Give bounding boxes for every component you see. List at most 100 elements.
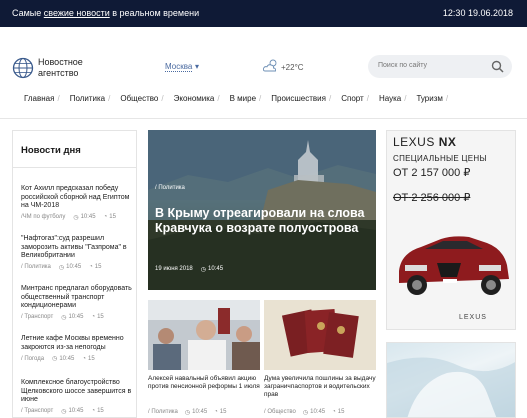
nav-item-economy[interactable]: Экономика	[174, 94, 215, 108]
lexus-ad-banner[interactable]: LEXUS NX СПЕЦИАЛЬНЫЕ ЦЕНЫ ОТ 2 157 000 ₽…	[386, 130, 516, 330]
news-count: 15	[87, 355, 95, 362]
news-rubric[interactable]: / Погода	[21, 356, 44, 362]
news-title[interactable]: Комплексное благоустройство Щелковского …	[21, 379, 133, 405]
secondary-ad-banner[interactable]	[386, 342, 516, 418]
card-time: 10:45	[310, 409, 326, 415]
ad-brand: LEXUS NX	[393, 135, 456, 149]
globe-icon	[12, 57, 34, 79]
list-item[interactable]: Минтранс предлагал оборудовать обществен…	[21, 285, 133, 321]
list-item[interactable]: Комплексное благоустройство Щелковского …	[21, 379, 133, 415]
crowd-photo	[148, 300, 260, 370]
news-card[interactable]: Алексей навальный объявил акцию против п…	[148, 300, 260, 418]
ad-old-price-prefix: ОТ	[393, 192, 409, 204]
news-time: 10:45	[66, 264, 82, 270]
hero-time: 10:45	[208, 266, 224, 272]
views-icon: ◔	[103, 214, 108, 220]
card-image[interactable]	[148, 300, 260, 370]
top-bar: Самые свежие новости в реальном времени …	[0, 0, 527, 27]
nav-item-world[interactable]: В мире	[230, 94, 256, 108]
hero-story[interactable]: / Политика В Крыму отреагировали на слов…	[148, 130, 376, 290]
views-icon: ◔	[91, 408, 96, 414]
nav-separator: /	[259, 94, 262, 103]
news-rubric[interactable]: /ЧМ по футболу	[21, 214, 65, 220]
logo-text: Новостное агентство	[38, 57, 83, 79]
news-rubric[interactable]: / Политика	[21, 264, 51, 270]
news-rubric[interactable]: / Транспорт	[21, 314, 53, 320]
hero-title[interactable]: В Крыму отреагировали на слова Кравчука …	[155, 206, 370, 236]
views-icon: ◔	[332, 409, 336, 415]
card-count: 15	[337, 409, 345, 415]
news-rubric[interactable]: / Транспорт	[21, 408, 53, 414]
nav-separator: /	[366, 94, 369, 103]
news-time: 10:45	[80, 214, 96, 220]
ad-old-price-value: 2 256 000 ₽	[411, 192, 471, 204]
nav-divider	[0, 118, 527, 119]
card-meta: / Политика ◷ 10:45 ◔ 15	[148, 409, 233, 416]
logo-line-1: Новостное	[38, 57, 83, 67]
ad-new-price-value: 2 157 000 ₽	[411, 167, 471, 179]
card-title[interactable]: Дума увеличила пошлины за выдачу заграни…	[264, 375, 376, 399]
clock-icon: ◷	[52, 356, 58, 362]
nav-item-incidents[interactable]: Происшествия	[271, 94, 326, 108]
ad-old-price: ОТ 2 256 000 ₽	[393, 191, 470, 204]
search-input[interactable]: Поиск по сайту	[368, 55, 512, 78]
list-item[interactable]: Кот Ахилл предсказал победу российской с…	[21, 185, 133, 221]
news-of-day-heading: Новости дня	[21, 145, 81, 156]
list-item[interactable]: "Нафтогаз":суд разрешил заморозить актив…	[21, 235, 133, 271]
news-card[interactable]: Дума увеличила пошлины за выдачу заграни…	[264, 300, 376, 418]
card-rubric[interactable]: / Общество	[264, 409, 296, 416]
hero-rubric[interactable]: / Политика	[155, 185, 185, 191]
nav-item-tourism[interactable]: Туризм	[416, 94, 442, 108]
news-count: 15	[94, 264, 102, 270]
hero-date: 19 июня 2018	[155, 266, 193, 272]
news-title[interactable]: Летние кафе Москвы временно закроются из…	[21, 335, 133, 352]
nav-separator: /	[217, 94, 220, 103]
site-logo[interactable]: Новостное агентство	[12, 55, 122, 81]
news-title[interactable]: Кот Ахилл предсказал победу российской с…	[21, 185, 133, 211]
car-image	[399, 236, 509, 295]
nav-item-main[interactable]: Главная	[24, 94, 54, 108]
divider	[13, 167, 136, 168]
tagline-text-end: в реальном времени	[109, 8, 200, 18]
news-meta: / Погода ◷ 10:45 ◔ 15	[21, 355, 133, 363]
nav-item-science[interactable]: Наука	[379, 94, 401, 108]
temperature: +22°C	[281, 63, 304, 72]
nav-item-sport[interactable]: Спорт	[341, 94, 364, 108]
main-nav: Главная / Политика / Общество / Экономика / …	[24, 94, 458, 108]
nav-separator: /	[108, 94, 111, 103]
card-image[interactable]	[264, 300, 376, 370]
views-icon: ◔	[82, 355, 86, 362]
cloud-sun-icon	[262, 59, 277, 72]
list-item[interactable]: Летние кафе Москвы временно закроются из…	[21, 335, 133, 362]
nav-separator: /	[404, 94, 407, 103]
search-icon[interactable]	[491, 60, 504, 73]
tagline: Самые свежие новости в реальном времени	[12, 8, 199, 18]
news-time: 10:45	[59, 355, 75, 362]
nav-item-politics[interactable]: Политика	[70, 94, 105, 108]
tagline-link[interactable]: свежие новости	[44, 8, 110, 18]
card-title[interactable]: Алексей навальный объявил акцию против п…	[148, 375, 260, 391]
clock-icon: ◷	[61, 314, 67, 321]
ad-special-prices: СПЕЦИАЛЬНЫЕ ЦЕНЫ	[393, 154, 487, 163]
nav-separator: /	[328, 94, 332, 103]
card-rubric[interactable]: / Политика	[148, 409, 178, 416]
ad-brand-name: LEXUS	[393, 135, 439, 149]
city-selector[interactable]: Москва	[165, 62, 193, 72]
news-time: 10:45	[68, 314, 84, 320]
card-meta: / Общество ◷ 10:45 ◔ 15	[264, 409, 351, 416]
nav-separator: /	[57, 94, 60, 103]
chevron-down-icon[interactable]: ▾	[195, 62, 199, 71]
views-icon: ◔	[89, 264, 93, 270]
news-of-day-panel: Новости дня Кот Ахилл предсказал победу …	[12, 130, 137, 418]
news-meta: / Политика ◷ 10:45 ◔ 15	[21, 264, 133, 271]
ad-price-prefix: ОТ	[393, 167, 409, 179]
news-title[interactable]: "Нафтогаз":суд разрешил заморозить актив…	[21, 235, 133, 261]
ad-image	[387, 357, 515, 417]
ad-brand-model: NX	[438, 135, 457, 149]
clock-icon: ◷	[302, 410, 309, 416]
news-title[interactable]: Минтранс предлагал оборудовать обществен…	[21, 285, 133, 311]
clock-icon: ◷	[73, 214, 79, 221]
nav-separator: /	[445, 94, 449, 103]
news-count: 15	[97, 314, 104, 320]
nav-item-society[interactable]: Общество	[120, 94, 158, 108]
